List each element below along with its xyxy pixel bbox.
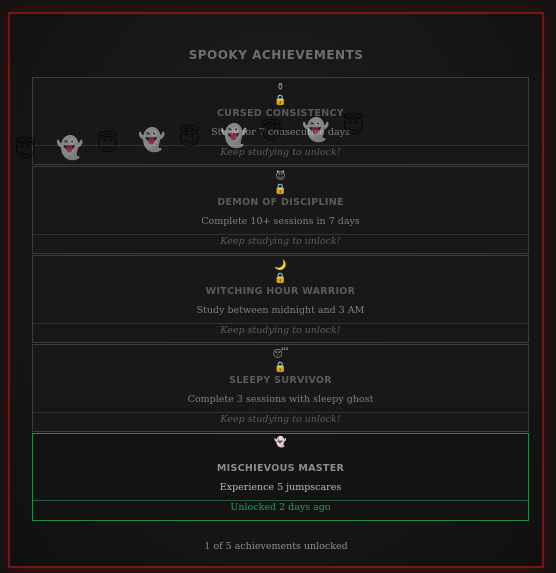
achievement-description: Complete 3 sessions with sleepy ghost [187, 394, 374, 405]
lock-icon: 🔒 [274, 273, 287, 284]
demon-icon: 😈 [275, 171, 286, 182]
achievement-status: Keep studying to unlock! [33, 323, 528, 338]
achievement-name: Sleepy Survivor [229, 375, 332, 386]
achievement-name: Mischievous Master [216, 463, 345, 474]
summary-text: of 5 achievements unlocked [210, 541, 348, 552]
achievement-name: Witching Hour Warrior [205, 286, 356, 297]
achievement-card-demon-of-discipline[interactable]: 😈 🔒 Demon of Discipline Complete 10+ ses… [32, 166, 529, 254]
achievement-name: Cursed Consistency [217, 108, 344, 119]
achievement-description: Experience 5 jumpscares [219, 482, 342, 493]
achievement-description: Complete 10+ sessions in 7 days [201, 216, 360, 227]
achievement-status: Unlocked 2 days ago [33, 500, 528, 515]
lock-icon: 🔒 [274, 95, 287, 106]
achievement-card-sleepy-survivor[interactable]: 😴 🔒 Sleepy Survivor Complete 3 sessions … [32, 344, 529, 432]
lock-icon: 🔒 [274, 362, 287, 373]
achievement-status: Keep studying to unlock! [33, 412, 528, 427]
achievement-card-mischievous-master[interactable]: 👻 Mischievous Master Experience 5 jumpsc… [32, 433, 529, 521]
sleepy-face-icon: 😴 [272, 349, 289, 360]
achievement-name: Demon of Discipline [217, 197, 344, 208]
achievement-list: ⚱ 🔒 Cursed Consistency Study for 7 conse… [32, 77, 529, 521]
achievement-status: Keep studying to unlock! [33, 234, 528, 249]
achievement-card-witching-hour-warrior[interactable]: 🌙 🔒 Witching Hour Warrior Study between … [32, 255, 529, 343]
moon-icon: 🌙 [274, 260, 287, 271]
urn-icon: ⚱ [276, 82, 285, 93]
achievement-status: Keep studying to unlock! [33, 145, 528, 160]
achievements-panel: Spooky Achievements ⚱ 🔒 Cursed Consisten… [8, 12, 544, 568]
achievement-description: Study for 7 consecutive days [211, 127, 350, 138]
achievement-description: Study between midnight and 3 AM [196, 305, 365, 316]
panel-title: Spooky Achievements [188, 48, 364, 62]
lock-icon: 🔒 [274, 184, 287, 195]
ghost-icon: 👻 [274, 437, 287, 448]
achievement-summary: 1 of 5 achievements unlocked [10, 541, 542, 552]
achievement-card-cursed-consistency[interactable]: ⚱ 🔒 Cursed Consistency Study for 7 conse… [32, 77, 529, 165]
